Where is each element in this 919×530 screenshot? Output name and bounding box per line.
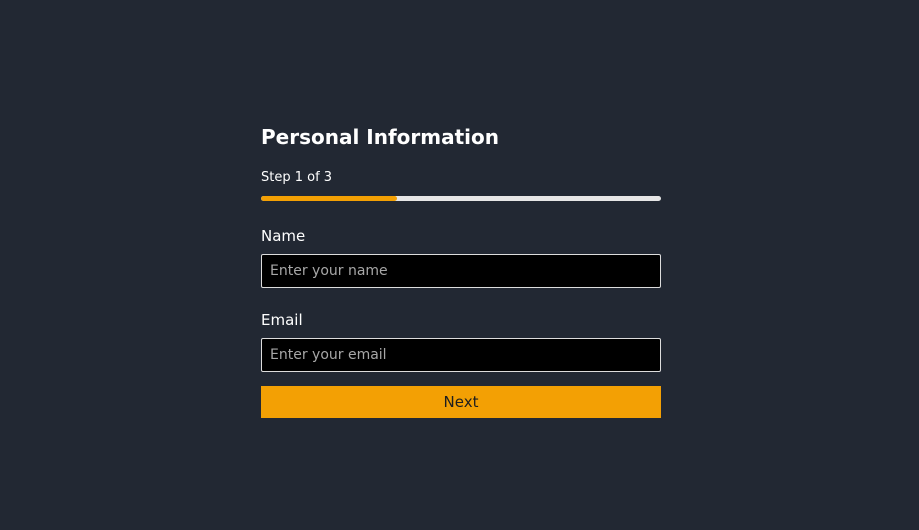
- next-button[interactable]: Next: [261, 386, 661, 418]
- progress-bar: [261, 196, 661, 201]
- email-label: Email: [261, 311, 303, 329]
- personal-information-form: Personal Information Step 1 of 3 Name Em…: [261, 121, 661, 418]
- name-input[interactable]: [261, 254, 661, 288]
- form-title: Personal Information: [261, 125, 499, 149]
- step-indicator: Step 1 of 3: [261, 170, 333, 185]
- email-input[interactable]: [261, 338, 661, 372]
- name-label: Name: [261, 227, 306, 245]
- progress-bar-fill: [261, 196, 397, 201]
